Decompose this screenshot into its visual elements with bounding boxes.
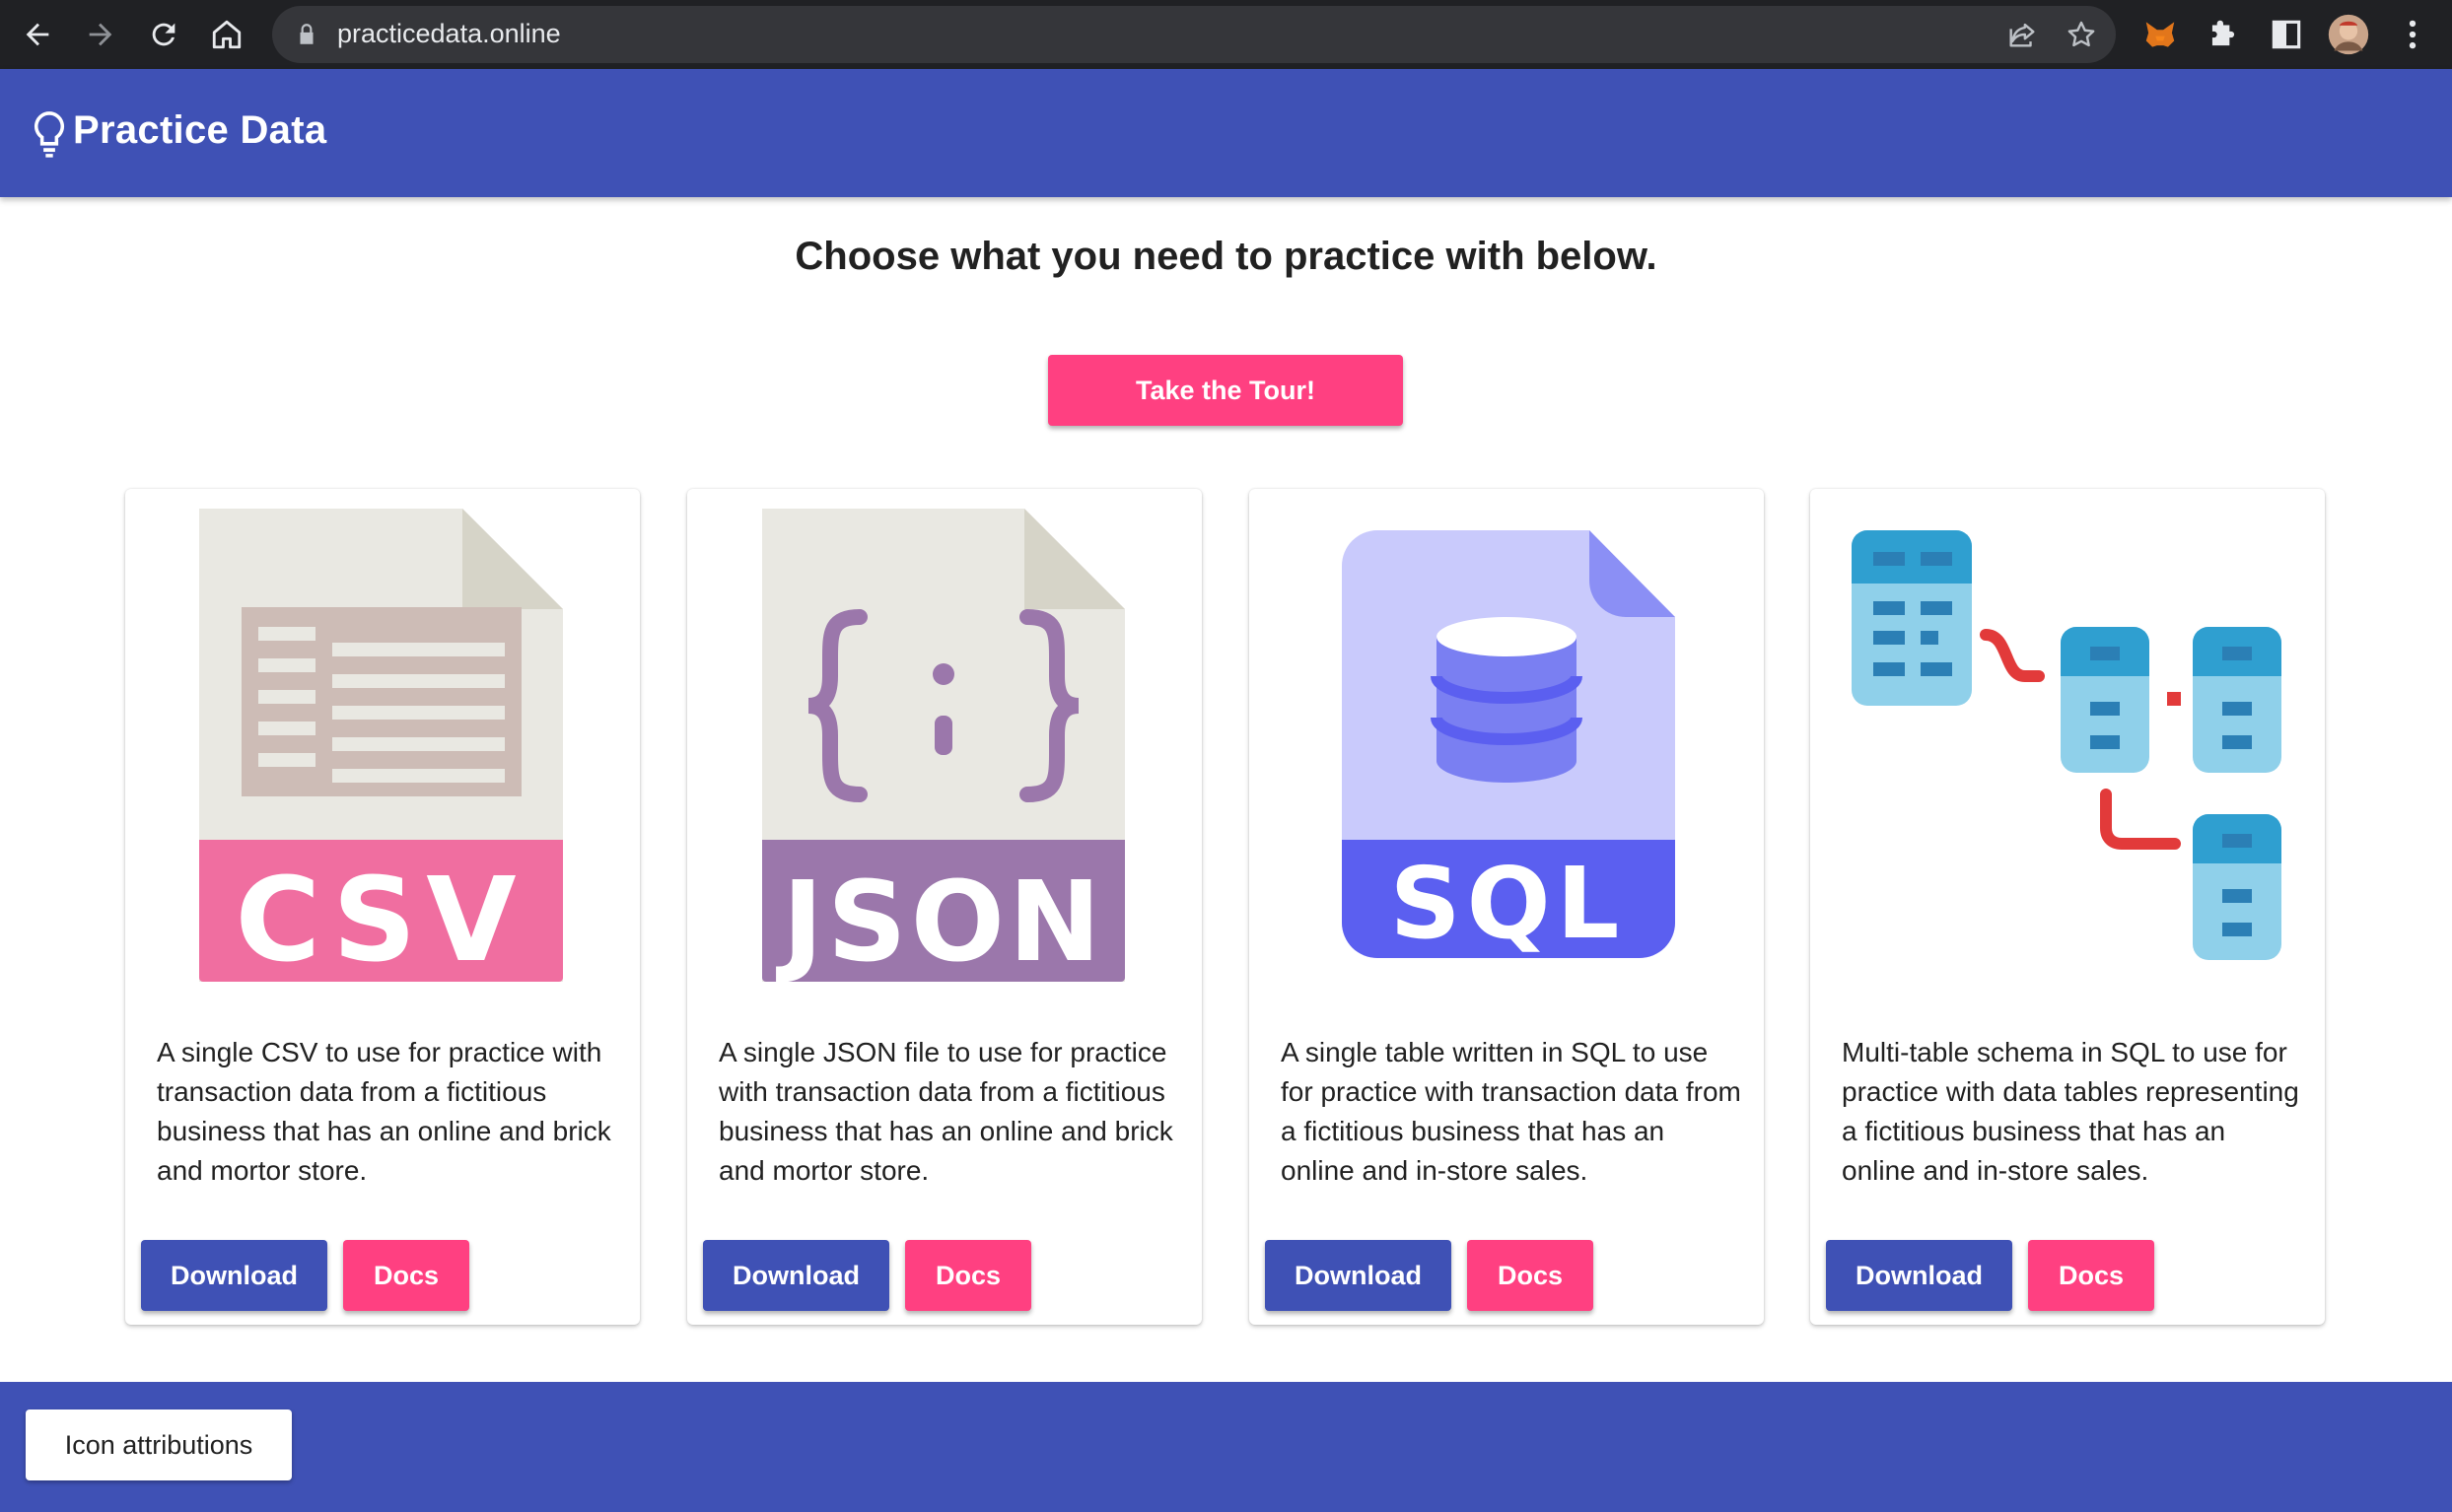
url-text[interactable]: practicedata.online [337, 19, 561, 49]
side-panel-icon[interactable] [2268, 16, 2305, 53]
star-icon[interactable] [2065, 18, 2098, 51]
home-icon[interactable] [205, 13, 248, 56]
reload-icon[interactable] [142, 13, 185, 56]
icon-attributions-button[interactable]: Icon attributions [26, 1409, 292, 1480]
download-csv-button[interactable]: Download [141, 1240, 327, 1311]
card-description: A single CSV to use for practice with tr… [157, 1037, 611, 1186]
docs-sql-button[interactable]: Docs [1467, 1240, 1593, 1311]
docs-csv-button[interactable]: Docs [343, 1240, 469, 1311]
extensions-icon[interactable] [2205, 16, 2242, 53]
lock-icon[interactable] [294, 22, 319, 47]
json-file-icon: JSON [687, 489, 1202, 1001]
card-json: JSON A single JSON file to use for pract… [687, 489, 1202, 1325]
profile-avatar[interactable] [2327, 13, 2370, 56]
forward-icon[interactable] [79, 13, 122, 56]
app-bar: Practice Data [0, 69, 2452, 197]
schema-tables-icon [1810, 489, 2325, 1001]
lightbulb-icon [35, 111, 64, 158]
card-description: A single table written in SQL to use for… [1281, 1037, 1741, 1186]
card-sql: SQL A single table written in SQL to use… [1249, 489, 1764, 1325]
back-icon[interactable] [16, 13, 59, 56]
sql-file-icon: SQL [1249, 489, 1764, 1001]
csv-badge-text: CSV [235, 852, 525, 988]
docs-json-button[interactable]: Docs [905, 1240, 1031, 1311]
card-schema: Multi-table schema in SQL to use for pra… [1810, 489, 2325, 1325]
address-bar[interactable]: practicedata.online [272, 6, 2116, 63]
csv-file-icon: CSV [125, 489, 640, 1001]
menu-icon[interactable] [2394, 16, 2431, 53]
card-description: Multi-table schema in SQL to use for pra… [1842, 1037, 2299, 1186]
page-headline: Choose what you need to practice with be… [795, 235, 1657, 278]
download-sql-button[interactable]: Download [1265, 1240, 1451, 1311]
download-json-button[interactable]: Download [703, 1240, 889, 1311]
metamask-icon[interactable] [2141, 16, 2179, 53]
docs-schema-button[interactable]: Docs [2028, 1240, 2154, 1311]
sql-badge-text: SQL [1390, 846, 1626, 961]
footer: Icon attributions [0, 1382, 2452, 1512]
download-schema-button[interactable]: Download [1826, 1240, 2012, 1311]
app-title[interactable]: Practice Data [73, 108, 326, 153]
card-csv: CSV A single CSV to use for practice wit… [125, 489, 640, 1325]
take-tour-button[interactable]: Take the Tour! [1048, 355, 1403, 426]
browser-toolbar: practicedata.online [0, 0, 2452, 69]
card-description: A single JSON file to use for practice w… [719, 1037, 1173, 1186]
json-badge-text: JSON [775, 859, 1104, 987]
share-icon[interactable] [2005, 18, 2039, 51]
